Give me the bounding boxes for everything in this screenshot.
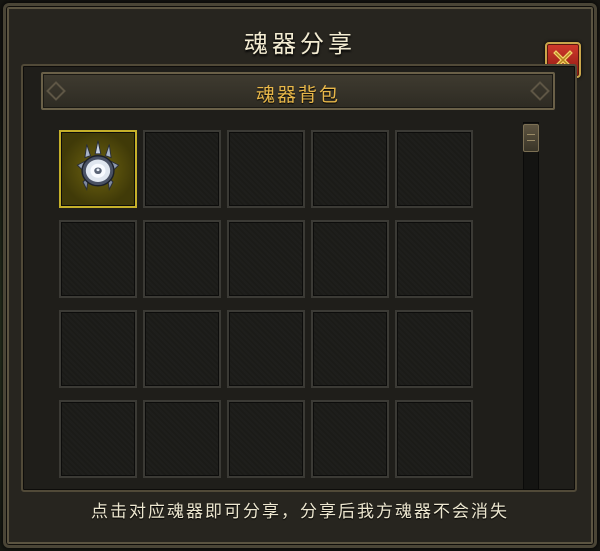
bag-header: 魂器背包: [41, 72, 555, 110]
item-slot-empty[interactable]: [143, 400, 221, 478]
game-background: 魂器分享 魂器背包 点击对应魂器即可分享，分享后我方魂器不会消失: [0, 0, 600, 551]
item-slot-empty[interactable]: [59, 400, 137, 478]
item-slot-empty[interactable]: [395, 310, 473, 388]
bag-header-label: 魂器背包: [255, 84, 340, 106]
item-slot-filled[interactable]: [59, 130, 137, 208]
soul-share-dialog: 魂器分享 魂器背包 点击对应魂器即可分享，分享后我方魂器不会消失: [3, 3, 597, 548]
share-hint-text: 点击对应魂器即可分享，分享后我方魂器不会消失: [91, 502, 509, 522]
item-slot-empty[interactable]: [227, 220, 305, 298]
item-grid: [59, 130, 473, 478]
scrollbar-thumb[interactable]: [523, 124, 539, 152]
item-slot-empty[interactable]: [311, 310, 389, 388]
item-slot-empty[interactable]: [143, 310, 221, 388]
dialog-title: 魂器分享: [244, 30, 356, 58]
item-slot-empty[interactable]: [227, 400, 305, 478]
item-slot-empty[interactable]: [311, 130, 389, 208]
item-slot-empty[interactable]: [395, 220, 473, 298]
item-slot-empty[interactable]: [143, 130, 221, 208]
soul-artifact-icon: [68, 137, 128, 201]
item-slot-empty[interactable]: [311, 220, 389, 298]
item-slot-empty[interactable]: [227, 310, 305, 388]
item-slot-empty[interactable]: [59, 220, 137, 298]
item-slot-empty[interactable]: [227, 130, 305, 208]
item-slot-empty[interactable]: [395, 400, 473, 478]
item-slot-empty[interactable]: [143, 220, 221, 298]
item-slot-empty[interactable]: [59, 310, 137, 388]
item-slot-empty[interactable]: [311, 400, 389, 478]
bag-panel: 魂器背包: [21, 64, 577, 492]
item-slot-empty[interactable]: [395, 130, 473, 208]
scrollbar-track[interactable]: [523, 122, 539, 490]
